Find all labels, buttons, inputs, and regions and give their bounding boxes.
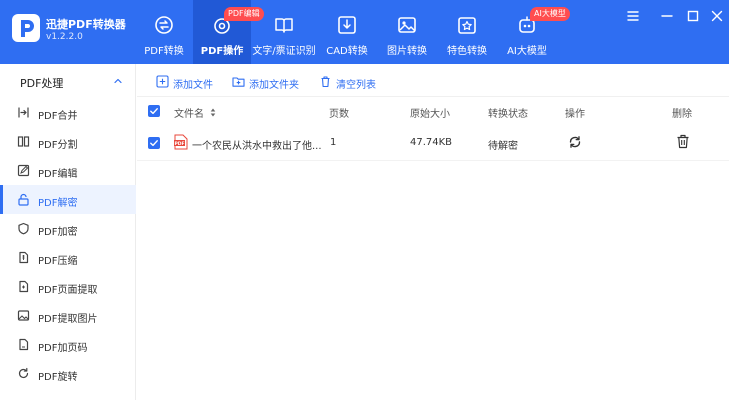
rotate-icon [18, 367, 29, 379]
app-logo-icon [12, 14, 40, 42]
main-panel: 添加文件 添加文件夹 清空列表 文件名 页数 原始大小 转换状态 操作 删除 P… [137, 64, 729, 400]
column-header-status: 转换状态 [488, 109, 528, 120]
row-status: 待解密 [488, 141, 518, 152]
split-icon [17, 136, 30, 147]
sidebar-item-label: PDF解密 [38, 198, 78, 209]
chevron-up-icon [114, 78, 122, 84]
sidebar-item-label: PDF提取图片 [38, 314, 98, 325]
add-file-label: 添加文件 [173, 80, 213, 91]
page-number-icon [19, 338, 29, 351]
check-icon [150, 108, 158, 115]
menu-icon[interactable] [625, 8, 641, 24]
sidebar-item-page-number[interactable]: PDF加页码 [0, 330, 136, 359]
shield-icon [18, 222, 29, 235]
page-extract-icon [19, 280, 29, 293]
tab-image[interactable]: 图片转换 [378, 0, 436, 64]
column-header-size: 原始大小 [410, 109, 450, 120]
app-version: v1.2.2.0 [46, 32, 83, 42]
clear-list-label: 清空列表 [336, 80, 376, 91]
add-file-icon [156, 75, 169, 88]
maximize-icon[interactable] [685, 8, 701, 24]
sidebar-item-edit[interactable]: PDF编辑 [0, 156, 136, 185]
sidebar-item-label: PDF加页码 [38, 343, 88, 354]
merge-icon [18, 107, 29, 118]
minimize-icon[interactable] [659, 8, 675, 24]
row-checkbox[interactable] [148, 137, 160, 149]
ocr-icon [275, 18, 293, 33]
tab-ai-label: AI大模型 [507, 46, 547, 57]
pdf-file-icon: PDF [174, 134, 188, 150]
title-bar: 迅捷PDF转换器 v1.2.2.0 PDF转换 PDF操作 PDF编辑 文字/票… [0, 0, 729, 64]
sidebar-item-encrypt[interactable]: PDF加密 [0, 214, 136, 243]
sidebar: PDF处理 PDF合并 PDF分割 PDF编辑 PDF解密 PDF加密 PDF压… [0, 64, 136, 400]
tab-ocr-label: 文字/票证识别 [252, 46, 316, 57]
sidebar-item-label: PDF旋转 [38, 372, 78, 383]
sidebar-title: PDF处理 [20, 77, 64, 90]
sidebar-item-image-extract[interactable]: PDF提取图片 [0, 301, 136, 330]
sort-icon [210, 108, 216, 117]
pdf-convert-icon [155, 16, 173, 34]
tab-cad[interactable]: CAD转换 [318, 0, 376, 64]
tab-ocr[interactable]: 文字/票证识别 [252, 0, 316, 64]
edit-icon [17, 164, 30, 177]
sidebar-item-label: PDF页面提取 [38, 285, 98, 296]
trash-icon[interactable] [676, 134, 690, 149]
app-name: 迅捷PDF转换器 [46, 18, 126, 31]
svg-text:PDF: PDF [174, 141, 184, 147]
column-header-pages: 页数 [329, 109, 349, 120]
column-header-filename[interactable]: 文件名 [174, 105, 216, 120]
image-icon [398, 17, 416, 33]
add-folder-label: 添加文件夹 [249, 80, 299, 91]
sidebar-item-page-extract[interactable]: PDF页面提取 [0, 272, 136, 301]
image-extract-icon [17, 310, 30, 321]
refresh-icon[interactable] [568, 135, 582, 149]
sidebar-item-split[interactable]: PDF分割 [0, 127, 136, 156]
compress-icon [19, 251, 29, 264]
select-all-checkbox[interactable] [148, 105, 160, 117]
sidebar-item-decrypt[interactable]: PDF解密 [0, 185, 136, 214]
add-folder-icon [232, 77, 245, 87]
tab-special[interactable]: 特色转换 [438, 0, 496, 64]
close-icon[interactable] [709, 8, 725, 24]
check-icon [150, 140, 158, 147]
toolbar-divider [137, 96, 729, 97]
row-divider [137, 160, 729, 161]
sidebar-item-compress[interactable]: PDF压缩 [0, 243, 136, 272]
row-pages: 1 [330, 137, 337, 148]
sidebar-item-label: PDF编辑 [38, 169, 78, 180]
row-filename: 一个农民从洪水中救出了他... [192, 141, 322, 152]
sidebar-item-label: PDF加密 [38, 227, 78, 238]
clear-list-icon [321, 76, 330, 88]
sidebar-item-rotate[interactable]: PDF旋转 [0, 359, 136, 388]
tab-pdf-operate-label: PDF操作 [200, 46, 244, 57]
column-header-action: 操作 [565, 109, 585, 120]
sidebar-item-label: PDF分割 [38, 140, 78, 151]
ai-model-badge: AI大模型 [530, 7, 570, 21]
column-header-label: 文件名 [174, 109, 204, 120]
unlock-icon [18, 193, 29, 206]
special-icon [458, 17, 476, 34]
sidebar-item-label: PDF压缩 [38, 256, 78, 267]
tab-pdf-convert[interactable]: PDF转换 [135, 0, 193, 64]
row-size: 47.74KB [410, 137, 453, 148]
sidebar-section-header[interactable]: PDF处理 [0, 64, 136, 98]
column-header-delete: 删除 [672, 109, 692, 120]
sidebar-item-label: PDF合并 [38, 111, 78, 122]
cad-icon [338, 16, 356, 34]
sidebar-item-merge[interactable]: PDF合并 [0, 98, 136, 127]
